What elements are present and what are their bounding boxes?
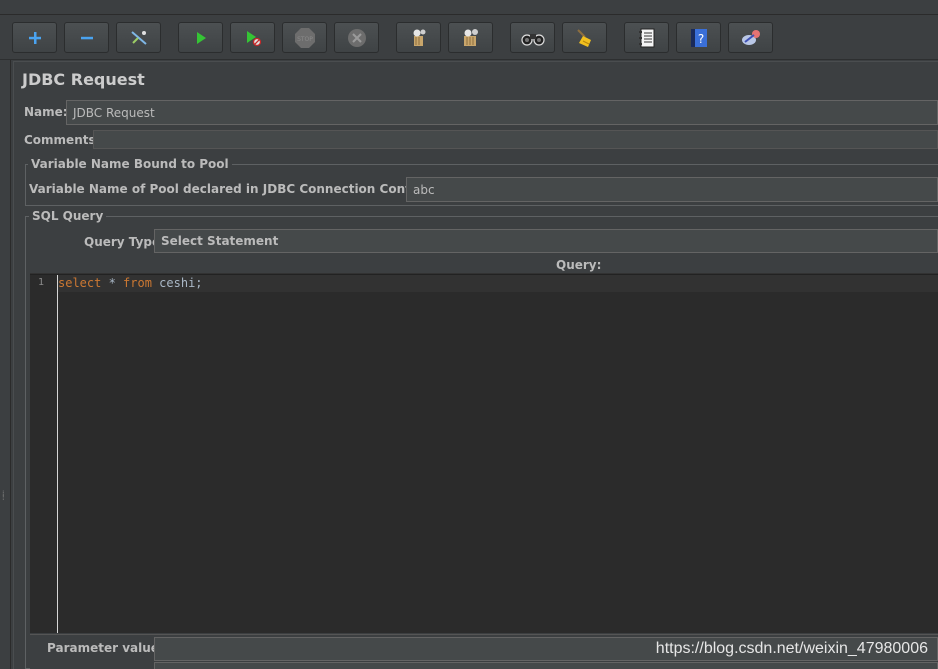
query-label: Query: (556, 258, 602, 272)
query-editor[interactable]: 1 select * from ceshi; (30, 274, 938, 633)
plus-icon (28, 31, 41, 44)
remote-start-icon (741, 29, 760, 45)
caret-line (57, 275, 58, 633)
function-helper-icon (638, 28, 654, 47)
code-table: ceshi; (151, 276, 203, 290)
help-icon: ? (690, 28, 707, 47)
clear-icon (413, 29, 425, 46)
minus-icon (80, 36, 93, 39)
top-strip (0, 0, 938, 15)
comments-label: Comments: (24, 133, 101, 147)
line-number: 1 (38, 277, 45, 288)
toolbar: STOP ? (0, 15, 938, 60)
query-code[interactable]: select * from ceshi; (58, 276, 203, 290)
svg-text:STOP: STOP (297, 36, 313, 43)
clear-all-icon (463, 28, 478, 46)
comments-field[interactable] (93, 130, 938, 149)
add-button[interactable] (12, 22, 57, 53)
watermark: https://blog.csdn.net/weixin_47980006 (655, 640, 928, 657)
keyword-from: from (123, 276, 152, 290)
search-button[interactable] (510, 22, 555, 53)
function-helper-button[interactable] (624, 22, 669, 53)
search-binoculars-icon (520, 33, 545, 46)
tree-splitter[interactable]: ⁞ ⁞ (0, 60, 11, 669)
line-number-gutter: 1 (30, 275, 57, 633)
pool-group-title: Variable Name Bound to Pool (28, 157, 232, 171)
svg-text:?: ? (697, 32, 703, 46)
clear-all-button[interactable] (448, 22, 493, 53)
remote-start-button[interactable] (728, 22, 773, 53)
query-header (30, 255, 938, 274)
toggle-button[interactable] (116, 22, 161, 53)
start-no-pause-button[interactable] (230, 22, 275, 53)
toggle-wand-icon (130, 30, 147, 45)
parameter-values-label: Parameter values: (47, 641, 171, 655)
code-star: * (101, 276, 124, 290)
help-button[interactable]: ? (676, 22, 721, 53)
name-label: Name: (24, 105, 68, 119)
reset-search-broom-icon (576, 28, 591, 47)
remove-button[interactable] (64, 22, 109, 53)
splitter-grip-icon: ⁞ ⁞ (2, 489, 5, 502)
query-type-select[interactable]: Select Statement (154, 229, 938, 253)
name-field[interactable]: JDBC Request (66, 100, 938, 125)
query-type-label: Query Type: (84, 235, 165, 249)
jmeter-window: STOP ? ⁞ ⁞ JDBC Request Name: JDBC Reque… (0, 0, 938, 669)
clear-button[interactable] (396, 22, 441, 53)
shutdown-button[interactable] (334, 22, 379, 53)
shutdown-icon (347, 28, 366, 47)
start-button[interactable] (178, 22, 223, 53)
pool-name-field[interactable]: abc (406, 177, 938, 202)
reset-search-button[interactable] (562, 22, 607, 53)
start-icon (196, 31, 206, 44)
stop-button[interactable]: STOP (282, 22, 327, 53)
stop-icon: STOP (294, 27, 315, 48)
keyword-select: select (58, 276, 102, 290)
sql-query-group-title: SQL Query (29, 209, 107, 223)
parameter-types-field-partial[interactable] (154, 662, 938, 669)
page-title: JDBC Request (22, 70, 145, 89)
start-no-pause-icon (246, 30, 261, 46)
